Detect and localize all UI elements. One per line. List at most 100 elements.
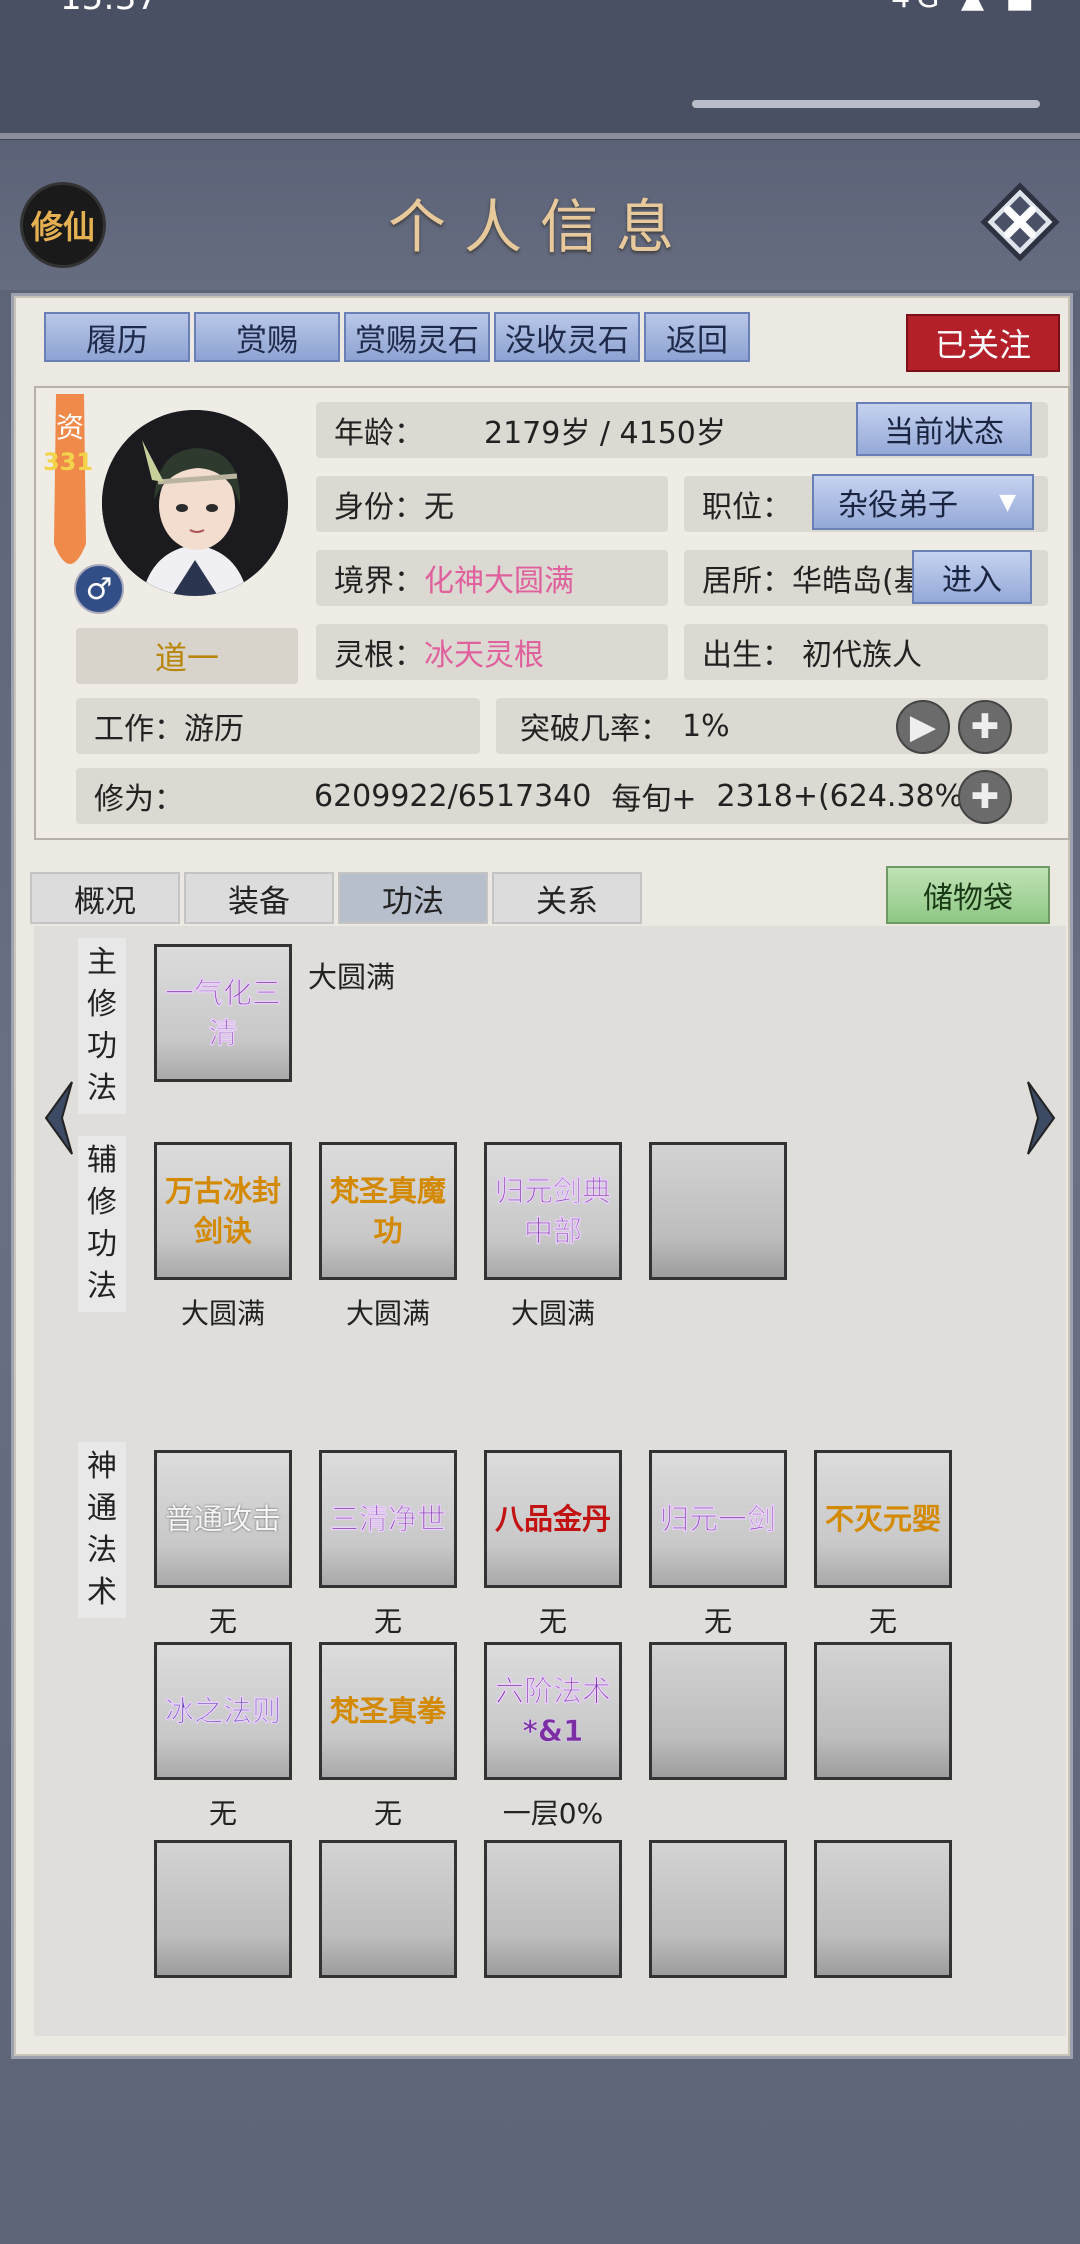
gesture-bar[interactable] [692,100,1040,108]
skill-level: 无 [208,1605,237,1638]
male-gender-icon: ♂ [74,564,124,614]
enter-button[interactable]: 进入 [912,550,1032,604]
skill-slot[interactable]: 三清净世 [319,1450,457,1588]
empty-skill-slot[interactable] [814,1840,952,1978]
age-label: 年龄： [334,416,424,451]
aux-art-slot[interactable]: 归元剑典中部 [484,1142,622,1280]
skill-slot[interactable]: 梵圣真拳 [319,1642,457,1780]
main-art-slot[interactable]: 一气化三清 [154,944,292,1082]
skill-name: 八品金丹 [494,1502,611,1536]
skill-name: 三清净世 [329,1502,447,1537]
tab-history[interactable]: 履历 [44,312,190,362]
current-status-button[interactable]: 当前状态 [856,402,1032,456]
skill-label: 神通法术 [78,1442,126,1618]
techniques-content: 主修功法 一气化三清 大圆满 辅修功法 万古冰封剑诀 梵圣真魔功 归元剑典中部 … [34,926,1066,2036]
spirit-root-value: 冰天灵根 [424,638,544,673]
tab-techniques[interactable]: 功法 [338,872,488,924]
empty-aux-slot[interactable] [649,1142,787,1280]
per-turn-value: 2318+(624.38%) [716,778,975,814]
realm-label: 境界： [334,564,424,599]
status-time: 15:37 [60,0,158,18]
main-art-label: 主修功法 [78,938,126,1114]
cultivation-label: 修为： [94,782,184,817]
status-bar: 15:37 4G ▲ ■ [0,0,1080,135]
birth-value: 初代族人 [802,638,922,673]
empty-skill-slot[interactable] [649,1840,787,1978]
skill-name: 冰之法则 [164,1694,282,1729]
skill-slot[interactable]: 不灭元婴 [814,1450,952,1588]
left-arrow-icon[interactable] [38,1078,82,1158]
header: 修仙 个人信息 [0,140,1080,290]
tab-back[interactable]: 返回 [644,312,750,362]
aux-art-level: 大圆满 [345,1297,430,1330]
aux-art-name: 梵圣真魔功 [329,1174,446,1248]
tab-confiscate-stones[interactable]: 没收灵石 [494,312,640,362]
chevron-down-icon: ▼ [999,489,1016,515]
work-label: 工作： [94,712,184,747]
skill-name: 梵圣真拳 [329,1694,446,1728]
realm-field: 境界： 化神大圆满 [316,550,668,606]
plus-icon[interactable]: ✚ [958,700,1012,754]
skill-slot[interactable]: 普通攻击 [154,1450,292,1588]
tab-overview[interactable]: 概况 [30,872,180,924]
aux-art-name: 万古冰封剑诀 [164,1174,281,1248]
empty-skill-slot[interactable] [814,1642,952,1780]
skill-slot[interactable]: 归元一剑 [649,1450,787,1588]
aux-art-label: 辅修功法 [78,1136,126,1312]
spirit-root-label: 灵根： [334,638,424,673]
position-dropdown[interactable]: 杂役弟子 ▼ [812,474,1034,530]
skill-level: 一层0% [502,1797,604,1830]
empty-skill-slot[interactable] [319,1840,457,1978]
skill-slot[interactable]: 八品金丹 [484,1450,622,1588]
skill-level: 无 [373,1605,402,1638]
plus-icon[interactable]: ✚ [958,770,1012,824]
main-panel: 履历 赏赐 赏赐灵石 没收灵石 返回 已关注 资 331 ♂ 道一 年龄： 21… [14,296,1070,2056]
status-icons: 4G ▲ ■ [891,0,1040,15]
aux-art-level: 大圆满 [180,1297,265,1330]
tab-reward-stones[interactable]: 赏赐灵石 [344,312,490,362]
profile-box: 资 331 ♂ 道一 年龄： 2179岁 / 4150岁 当前状态 身份： 无 … [34,386,1070,840]
storage-bag-button[interactable]: 储物袋 [886,866,1050,924]
skill-level: 无 [538,1605,567,1638]
skill-name: 归元一剑 [659,1502,777,1537]
cultivation-field: 修为： 6209922/6517340 每旬+ 2318+(624.38%) [76,768,1048,824]
play-icon[interactable]: ▶ [896,700,950,754]
identity-value: 无 [424,490,454,525]
empty-skill-slot[interactable] [484,1840,622,1978]
skill-slot[interactable]: 六阶法术*&1 [484,1642,622,1780]
aptitude-value: 331 [42,448,94,476]
skill-level: 无 [373,1797,402,1830]
empty-skill-slot[interactable] [649,1642,787,1780]
identity-field: 身份： 无 [316,476,668,532]
position-label: 职位： [702,490,792,525]
position-value: 杂役弟子 [838,488,958,523]
empty-skill-slot[interactable] [154,1840,292,1978]
skill-label-text: 神通法术 [87,1449,117,1610]
skill-slot[interactable]: 冰之法则 [154,1642,292,1780]
breakthrough-label: 突破几率： [520,712,670,747]
residence-label: 居所： [702,564,792,599]
aux-art-name: 归元剑典中部 [494,1174,612,1249]
tab-reward[interactable]: 赏赐 [194,312,340,362]
character-name[interactable]: 道一 [76,628,298,684]
close-button[interactable] [980,182,1060,262]
aptitude-label: 资 [55,411,84,444]
page-title: 个人信息 [387,193,692,261]
breakthrough-value: 1% [682,708,730,744]
tab-equipment[interactable]: 装备 [184,872,334,924]
aux-art-slot[interactable]: 梵圣真魔功 [319,1142,457,1280]
avatar[interactable] [102,410,288,596]
skill-name: 六阶法术*&1 [494,1674,612,1749]
right-arrow-icon[interactable] [1018,1078,1062,1158]
work-value: 游历 [184,712,244,747]
followed-badge[interactable]: 已关注 [906,314,1060,372]
tab-relations[interactable]: 关系 [492,872,642,924]
character-portrait [102,410,288,596]
aux-art-level: 大圆满 [510,1297,595,1330]
aux-art-slot[interactable]: 万古冰封剑诀 [154,1142,292,1280]
residence-value: 华皓岛(基 [792,564,924,599]
spirit-root-field: 灵根： 冰天灵根 [316,624,668,680]
skill-name: 不灭元婴 [824,1502,941,1536]
main-art-label-text: 主修功法 [87,945,117,1106]
birth-field: 出生： 初代族人 [684,624,1048,680]
